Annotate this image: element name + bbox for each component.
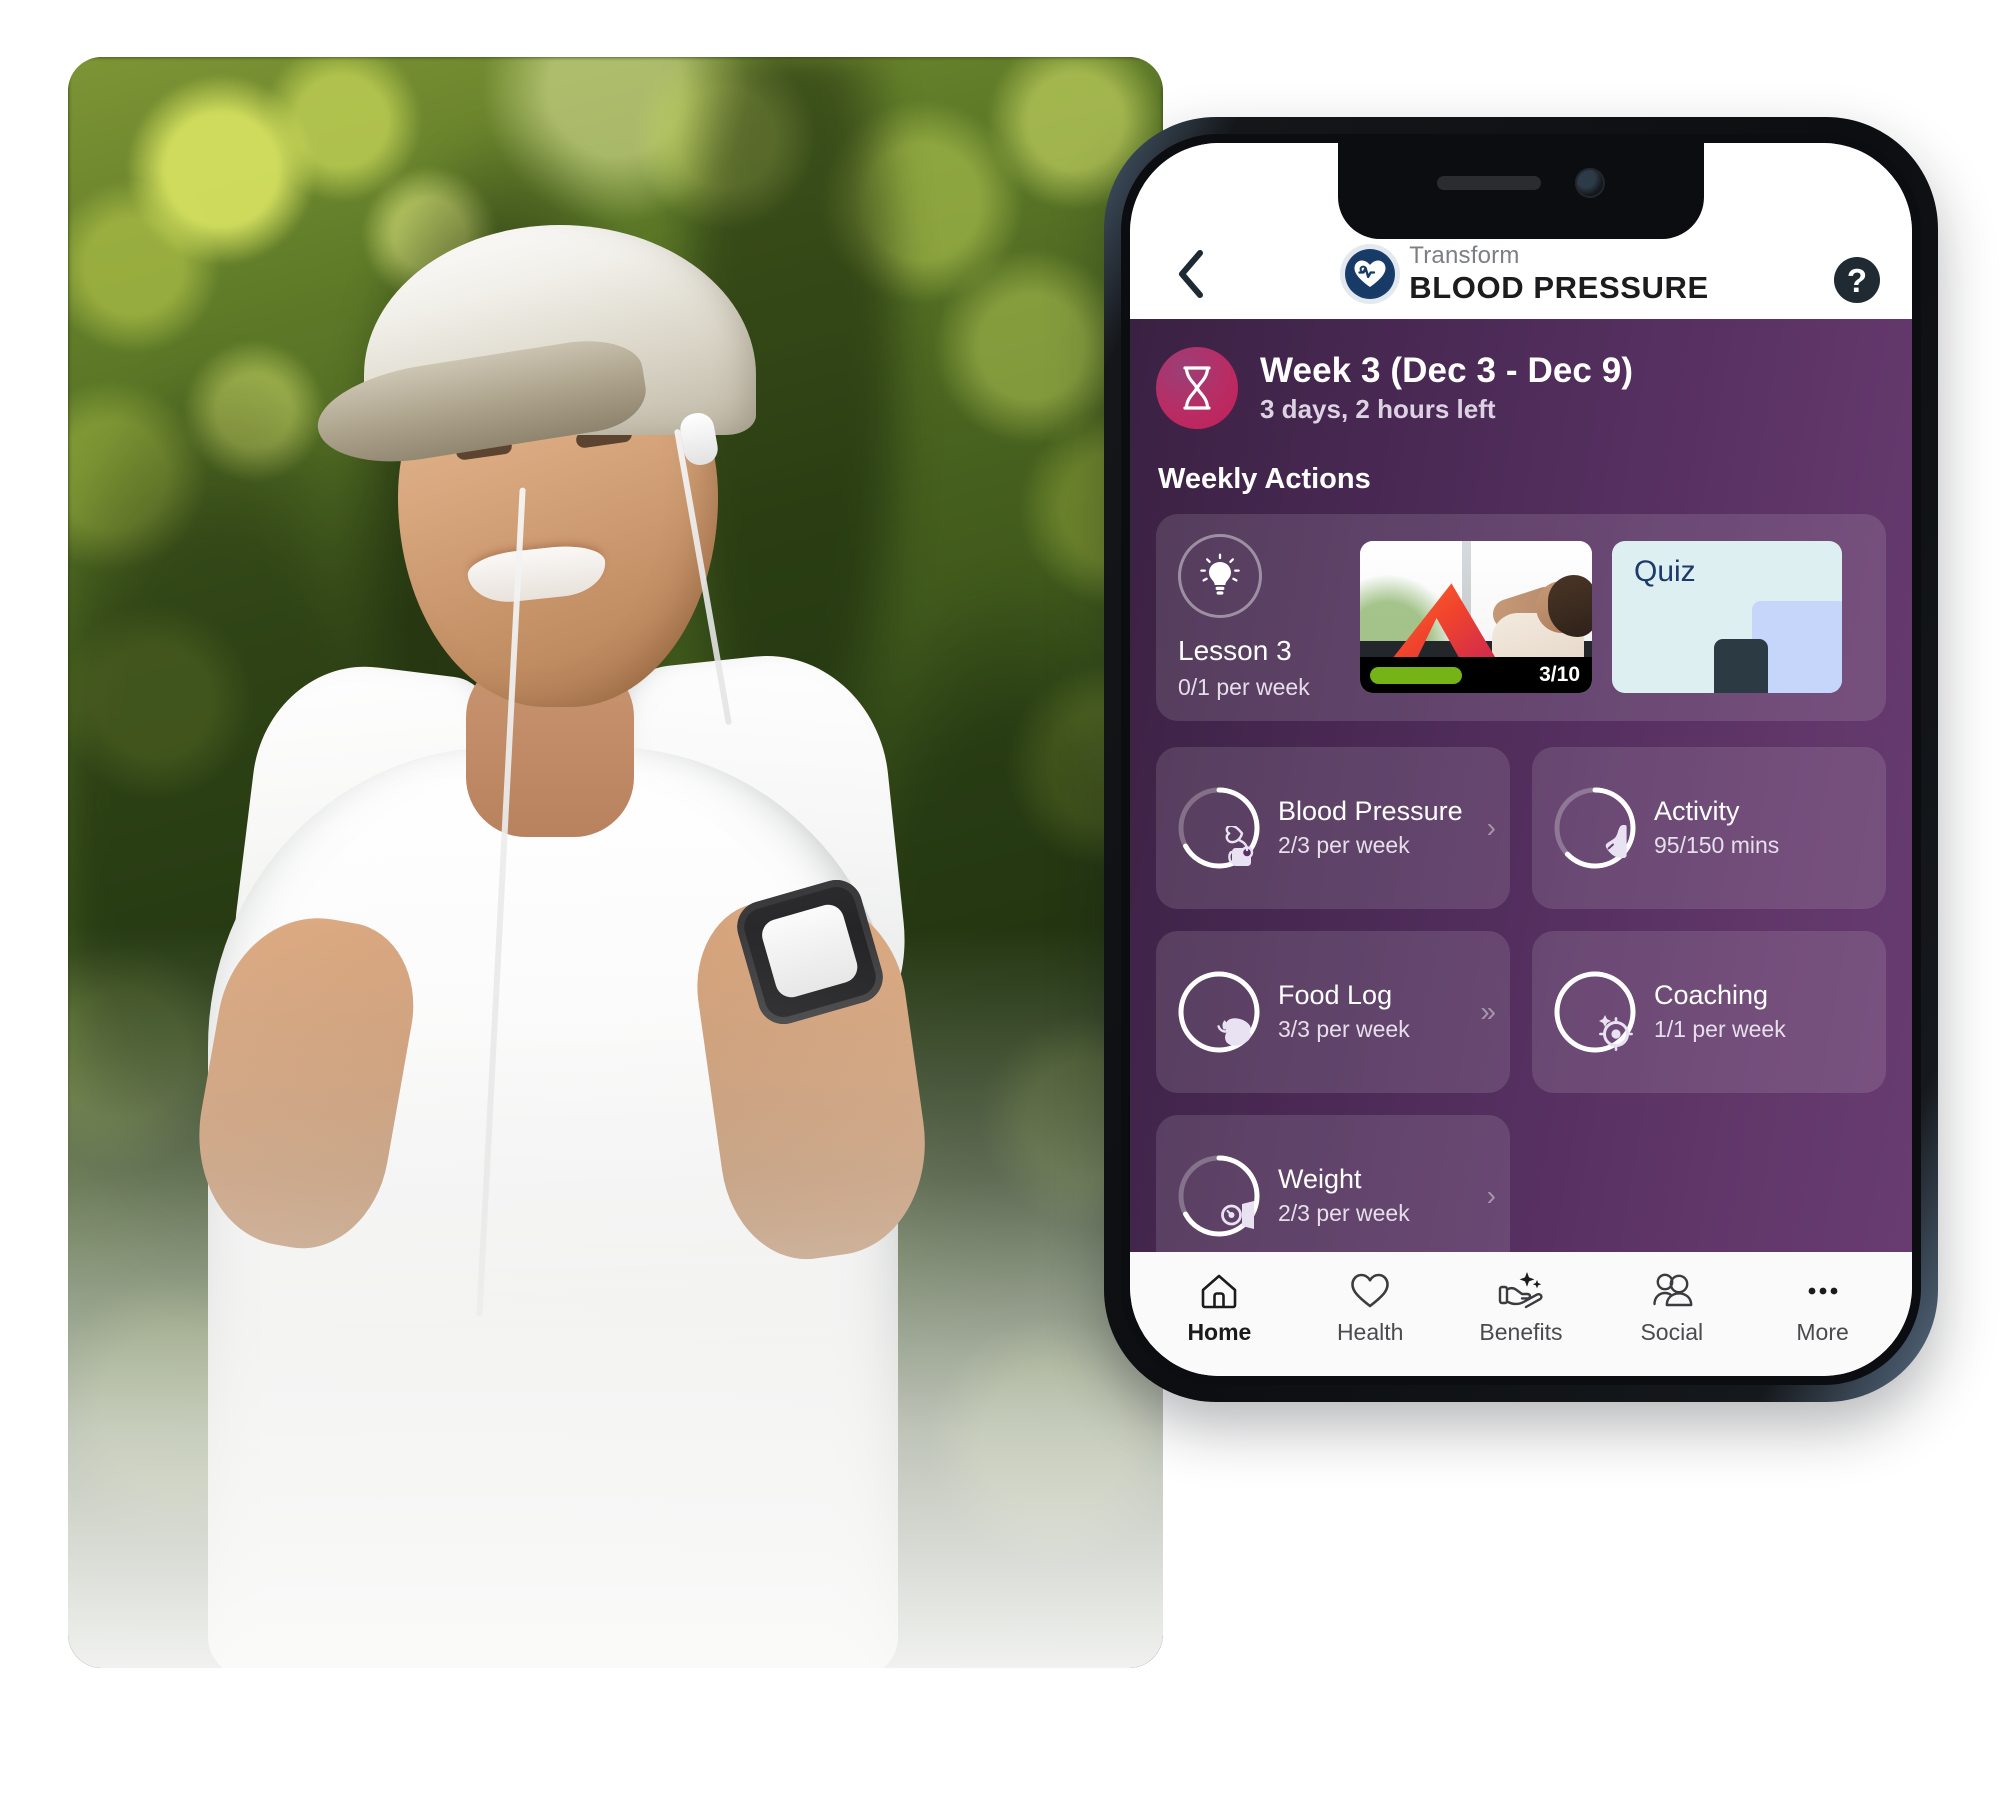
tile-meta: 3/3 per week [1278, 1015, 1410, 1042]
tile-food-log[interactable]: Food Log 3/3 per week » [1156, 930, 1510, 1093]
tile-meta: 1/1 per week [1654, 1015, 1786, 1042]
hero-photo [68, 57, 1163, 1668]
nav-label: Benefits [1479, 1319, 1563, 1345]
coaching-progress-ring [1552, 969, 1638, 1055]
lightbulb-icon [1200, 553, 1240, 595]
quiz-shape-square [1714, 639, 1768, 694]
hourglass-icon [1183, 366, 1211, 410]
tile-meta: 2/3 per week [1278, 831, 1410, 858]
quiz-label: Quiz [1634, 555, 1696, 589]
video-progress-count: 3/10 [1539, 663, 1580, 687]
photo-lower-wash [68, 926, 1163, 1668]
nav-label: Home [1187, 1319, 1252, 1345]
tile-name: Food Log [1278, 979, 1393, 1010]
bottom-navigation: Home Health Benefits Social More [1130, 1252, 1912, 1376]
nav-item-social[interactable]: Social [1604, 1270, 1740, 1346]
week-banner: Week 3 (Dec 3 - Dec 9) 3 days, 2 hours l… [1156, 347, 1886, 429]
people-icon [1653, 1273, 1693, 1307]
lesson-card[interactable]: Lesson 3 0/1 per week 3/10 Quiz [1156, 514, 1886, 721]
phone-bezel: Transform BLOOD PRESSURE ? Week 3 (Dec 3… [1121, 134, 1921, 1385]
hand-sparkle-icon [1498, 1272, 1543, 1309]
chevron-right-icon: › [1486, 811, 1496, 843]
lesson-meta: 0/1 per week [1178, 673, 1310, 700]
tile-meta: 95/150 mins [1654, 831, 1780, 858]
heart-icon [1351, 1273, 1389, 1308]
tile-name: Weight [1278, 1163, 1362, 1194]
lesson-video-thumbnail[interactable]: 3/10 [1360, 541, 1592, 694]
tile-coaching[interactable]: Coaching 1/1 per week [1532, 930, 1886, 1093]
tile-text-food-log: Food Log 3/3 per week [1278, 979, 1464, 1043]
back-button[interactable] [1162, 245, 1220, 303]
brand-top-line: Transform [1409, 242, 1520, 269]
ellipsis-icon [1808, 1287, 1837, 1295]
lesson-name: Lesson 3 [1178, 635, 1292, 666]
app-content: Week 3 (Dec 3 - Dec 9) 3 days, 2 hours l… [1130, 319, 1912, 1252]
tile-activity[interactable]: Activity 95/150 mins [1532, 746, 1886, 909]
app-brand: Transform BLOOD PRESSURE [1220, 244, 1834, 303]
tile-name: Blood Pressure [1278, 795, 1463, 826]
lightbulb-ring [1178, 534, 1262, 618]
blood-pressure-progress-ring [1176, 785, 1262, 871]
activity-progress-ring [1552, 785, 1638, 871]
help-button[interactable]: ? [1834, 257, 1880, 303]
food-log-progress-ring [1176, 969, 1262, 1055]
nav-item-health[interactable]: Health [1302, 1270, 1438, 1346]
phone-mockup: Transform BLOOD PRESSURE ? Week 3 (Dec 3… [1104, 117, 1938, 1402]
chevron-right-icon: » [1480, 995, 1496, 1027]
promo-composition: Transform BLOOD PRESSURE ? Week 3 (Dec 3… [0, 0, 2000, 1811]
tile-name: Coaching [1654, 979, 1769, 1010]
nav-label: Health [1336, 1319, 1404, 1345]
weekly-action-tiles: Blood Pressure 2/3 per week › Activity 9… [1156, 746, 1886, 1252]
nav-item-more[interactable]: More [1755, 1270, 1891, 1346]
nav-label: More [1796, 1319, 1849, 1345]
tile-text-blood-pressure: Blood Pressure 2/3 per week [1278, 795, 1471, 859]
nav-item-benefits[interactable]: Benefits [1453, 1270, 1589, 1346]
nav-item-home[interactable]: Home [1151, 1270, 1287, 1346]
phone-notch [1338, 143, 1704, 239]
home-icon [1202, 1274, 1237, 1309]
tile-meta: 2/3 per week [1278, 1199, 1410, 1226]
week-banner-text: Week 3 (Dec 3 - Dec 9) 3 days, 2 hours l… [1260, 351, 1633, 425]
phone-screen: Transform BLOOD PRESSURE ? Week 3 (Dec 3… [1130, 143, 1912, 1376]
front-camera-icon [1575, 168, 1605, 198]
tile-text-weight: Weight 2/3 per week [1278, 1163, 1471, 1227]
week-title: Week 3 (Dec 3 - Dec 9) [1260, 350, 1634, 390]
heart-ecg-logo-icon [1345, 248, 1396, 299]
chevron-right-icon: › [1486, 1179, 1496, 1211]
nav-label: Social [1640, 1319, 1704, 1345]
tile-text-activity: Activity 95/150 mins [1654, 795, 1856, 859]
weight-progress-ring [1176, 1153, 1262, 1239]
tile-blood-pressure[interactable]: Blood Pressure 2/3 per week › [1156, 746, 1510, 909]
tile-weight[interactable]: Weight 2/3 per week › [1156, 1114, 1510, 1252]
heart-ecg-glyph [1354, 260, 1386, 287]
brand-text: Transform BLOOD PRESSURE [1409, 242, 1709, 305]
video-progress-bar: 3/10 [1360, 657, 1592, 694]
section-title-weekly-actions: Weekly Actions [1158, 463, 1371, 495]
video-progress-fill [1370, 666, 1462, 684]
hourglass-badge [1156, 347, 1238, 429]
lesson-info: Lesson 3 0/1 per week [1178, 534, 1340, 701]
week-subtitle: 3 days, 2 hours left [1260, 394, 1496, 425]
tile-name: Activity [1654, 795, 1740, 826]
chevron-left-icon [1179, 250, 1203, 298]
quiz-card[interactable]: Quiz [1612, 541, 1842, 694]
speaker-grille-icon [1437, 176, 1541, 190]
tile-text-coaching: Coaching 1/1 per week [1654, 979, 1856, 1043]
brand-bottom-line: BLOOD PRESSURE [1409, 270, 1709, 305]
